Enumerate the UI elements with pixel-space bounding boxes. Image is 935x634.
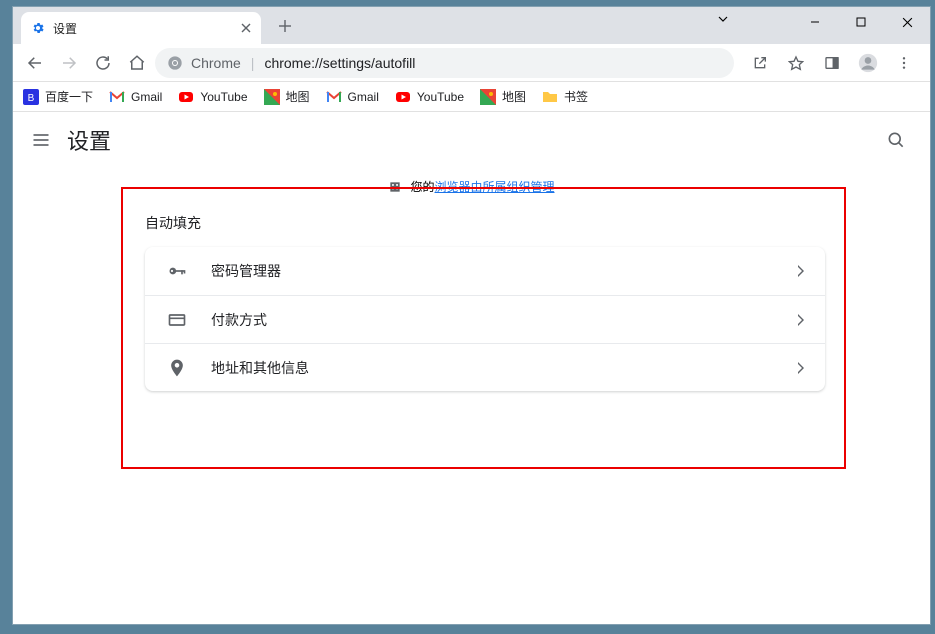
new-tab-button[interactable]: [271, 12, 299, 40]
bookmark-bar: B 百度一下 Gmail YouTube 地图 Gmail YouTube: [13, 82, 930, 112]
tab-search-button[interactable]: [700, 13, 746, 25]
bookmark-label: Gmail: [131, 90, 162, 104]
toolbar-right: [744, 47, 920, 79]
youtube-icon: [178, 89, 194, 105]
maximize-button[interactable]: [838, 7, 884, 37]
bookmark-item[interactable]: 地图: [264, 88, 310, 105]
autofill-section: 自动填充 密码管理器 付款方式: [145, 195, 825, 391]
chevron-right-icon: [797, 362, 805, 374]
browser-tab[interactable]: 设置: [21, 12, 261, 44]
address-prefix: Chrome: [191, 55, 241, 71]
card-icon: [165, 310, 189, 330]
address-url: chrome://settings/autofill: [264, 55, 415, 71]
bookmark-label: YouTube: [417, 90, 464, 104]
chevron-right-icon: [797, 265, 805, 277]
maps-icon: [480, 89, 496, 105]
bookmark-item[interactable]: Gmail: [109, 89, 162, 105]
gmail-icon: [109, 89, 125, 105]
bookmark-label: 百度一下: [45, 88, 93, 105]
bookmark-label: YouTube: [200, 90, 247, 104]
row-label: 地址和其他信息: [211, 358, 309, 378]
bookmark-item[interactable]: 地图: [480, 88, 526, 105]
bookmark-item[interactable]: 书签: [542, 88, 588, 105]
address-bar[interactable]: Chrome | chrome://settings/autofill: [155, 48, 734, 78]
search-icon[interactable]: [886, 130, 906, 150]
tab-strip: 设置: [13, 7, 930, 44]
building-icon: [388, 180, 402, 194]
forward-button[interactable]: [53, 47, 85, 79]
row-label: 密码管理器: [211, 261, 281, 281]
back-button[interactable]: [19, 47, 51, 79]
autofill-card: 密码管理器 付款方式: [145, 247, 825, 391]
tab-title: 设置: [53, 20, 77, 37]
minimize-button[interactable]: [792, 7, 838, 37]
pin-icon: [165, 358, 189, 378]
row-label: 付款方式: [211, 310, 267, 330]
youtube-icon: [395, 89, 411, 105]
reload-button[interactable]: [87, 47, 119, 79]
toolbar: Chrome | chrome://settings/autofill: [13, 44, 930, 82]
payment-methods-row[interactable]: 付款方式: [145, 295, 825, 343]
folder-icon: [542, 89, 558, 105]
chevron-right-icon: [797, 314, 805, 326]
chrome-window: 设置: [12, 6, 931, 625]
bookmark-item[interactable]: Gmail: [326, 89, 379, 105]
managed-link[interactable]: 浏览器由所属组织管理: [435, 180, 555, 194]
bookmark-label: 地图: [286, 88, 310, 105]
bookmark-star-icon[interactable]: [780, 47, 812, 79]
gear-icon: [31, 21, 45, 35]
section-title: 自动填充: [145, 213, 825, 233]
baidu-icon: B: [23, 89, 39, 105]
managed-notice: 您的浏览器由所属组织管理: [13, 168, 930, 195]
side-panel-icon[interactable]: [816, 47, 848, 79]
bookmark-item[interactable]: YouTube: [178, 89, 247, 105]
window-controls: [792, 7, 930, 37]
bookmark-label: 书签: [564, 88, 588, 105]
home-button[interactable]: [121, 47, 153, 79]
bookmark-label: 地图: [502, 88, 526, 105]
bookmark-item[interactable]: YouTube: [395, 89, 464, 105]
managed-prefix: 您的: [410, 180, 434, 194]
password-manager-row[interactable]: 密码管理器: [145, 247, 825, 295]
close-window-button[interactable]: [884, 7, 930, 37]
chrome-icon: [167, 55, 183, 71]
kebab-menu-icon[interactable]: [888, 47, 920, 79]
key-icon: [165, 261, 189, 281]
menu-icon[interactable]: [31, 130, 51, 150]
settings-header: 设置: [13, 112, 930, 168]
profile-avatar-icon[interactable]: [852, 47, 884, 79]
bookmark-label: Gmail: [348, 90, 379, 104]
separator: |: [251, 55, 255, 71]
close-tab-icon[interactable]: [241, 23, 251, 33]
gmail-icon: [326, 89, 342, 105]
share-icon[interactable]: [744, 47, 776, 79]
page-title: 设置: [67, 124, 111, 156]
bookmark-item[interactable]: B 百度一下: [23, 88, 93, 105]
addresses-row[interactable]: 地址和其他信息: [145, 343, 825, 391]
svg-text:B: B: [28, 93, 35, 104]
maps-icon: [264, 89, 280, 105]
